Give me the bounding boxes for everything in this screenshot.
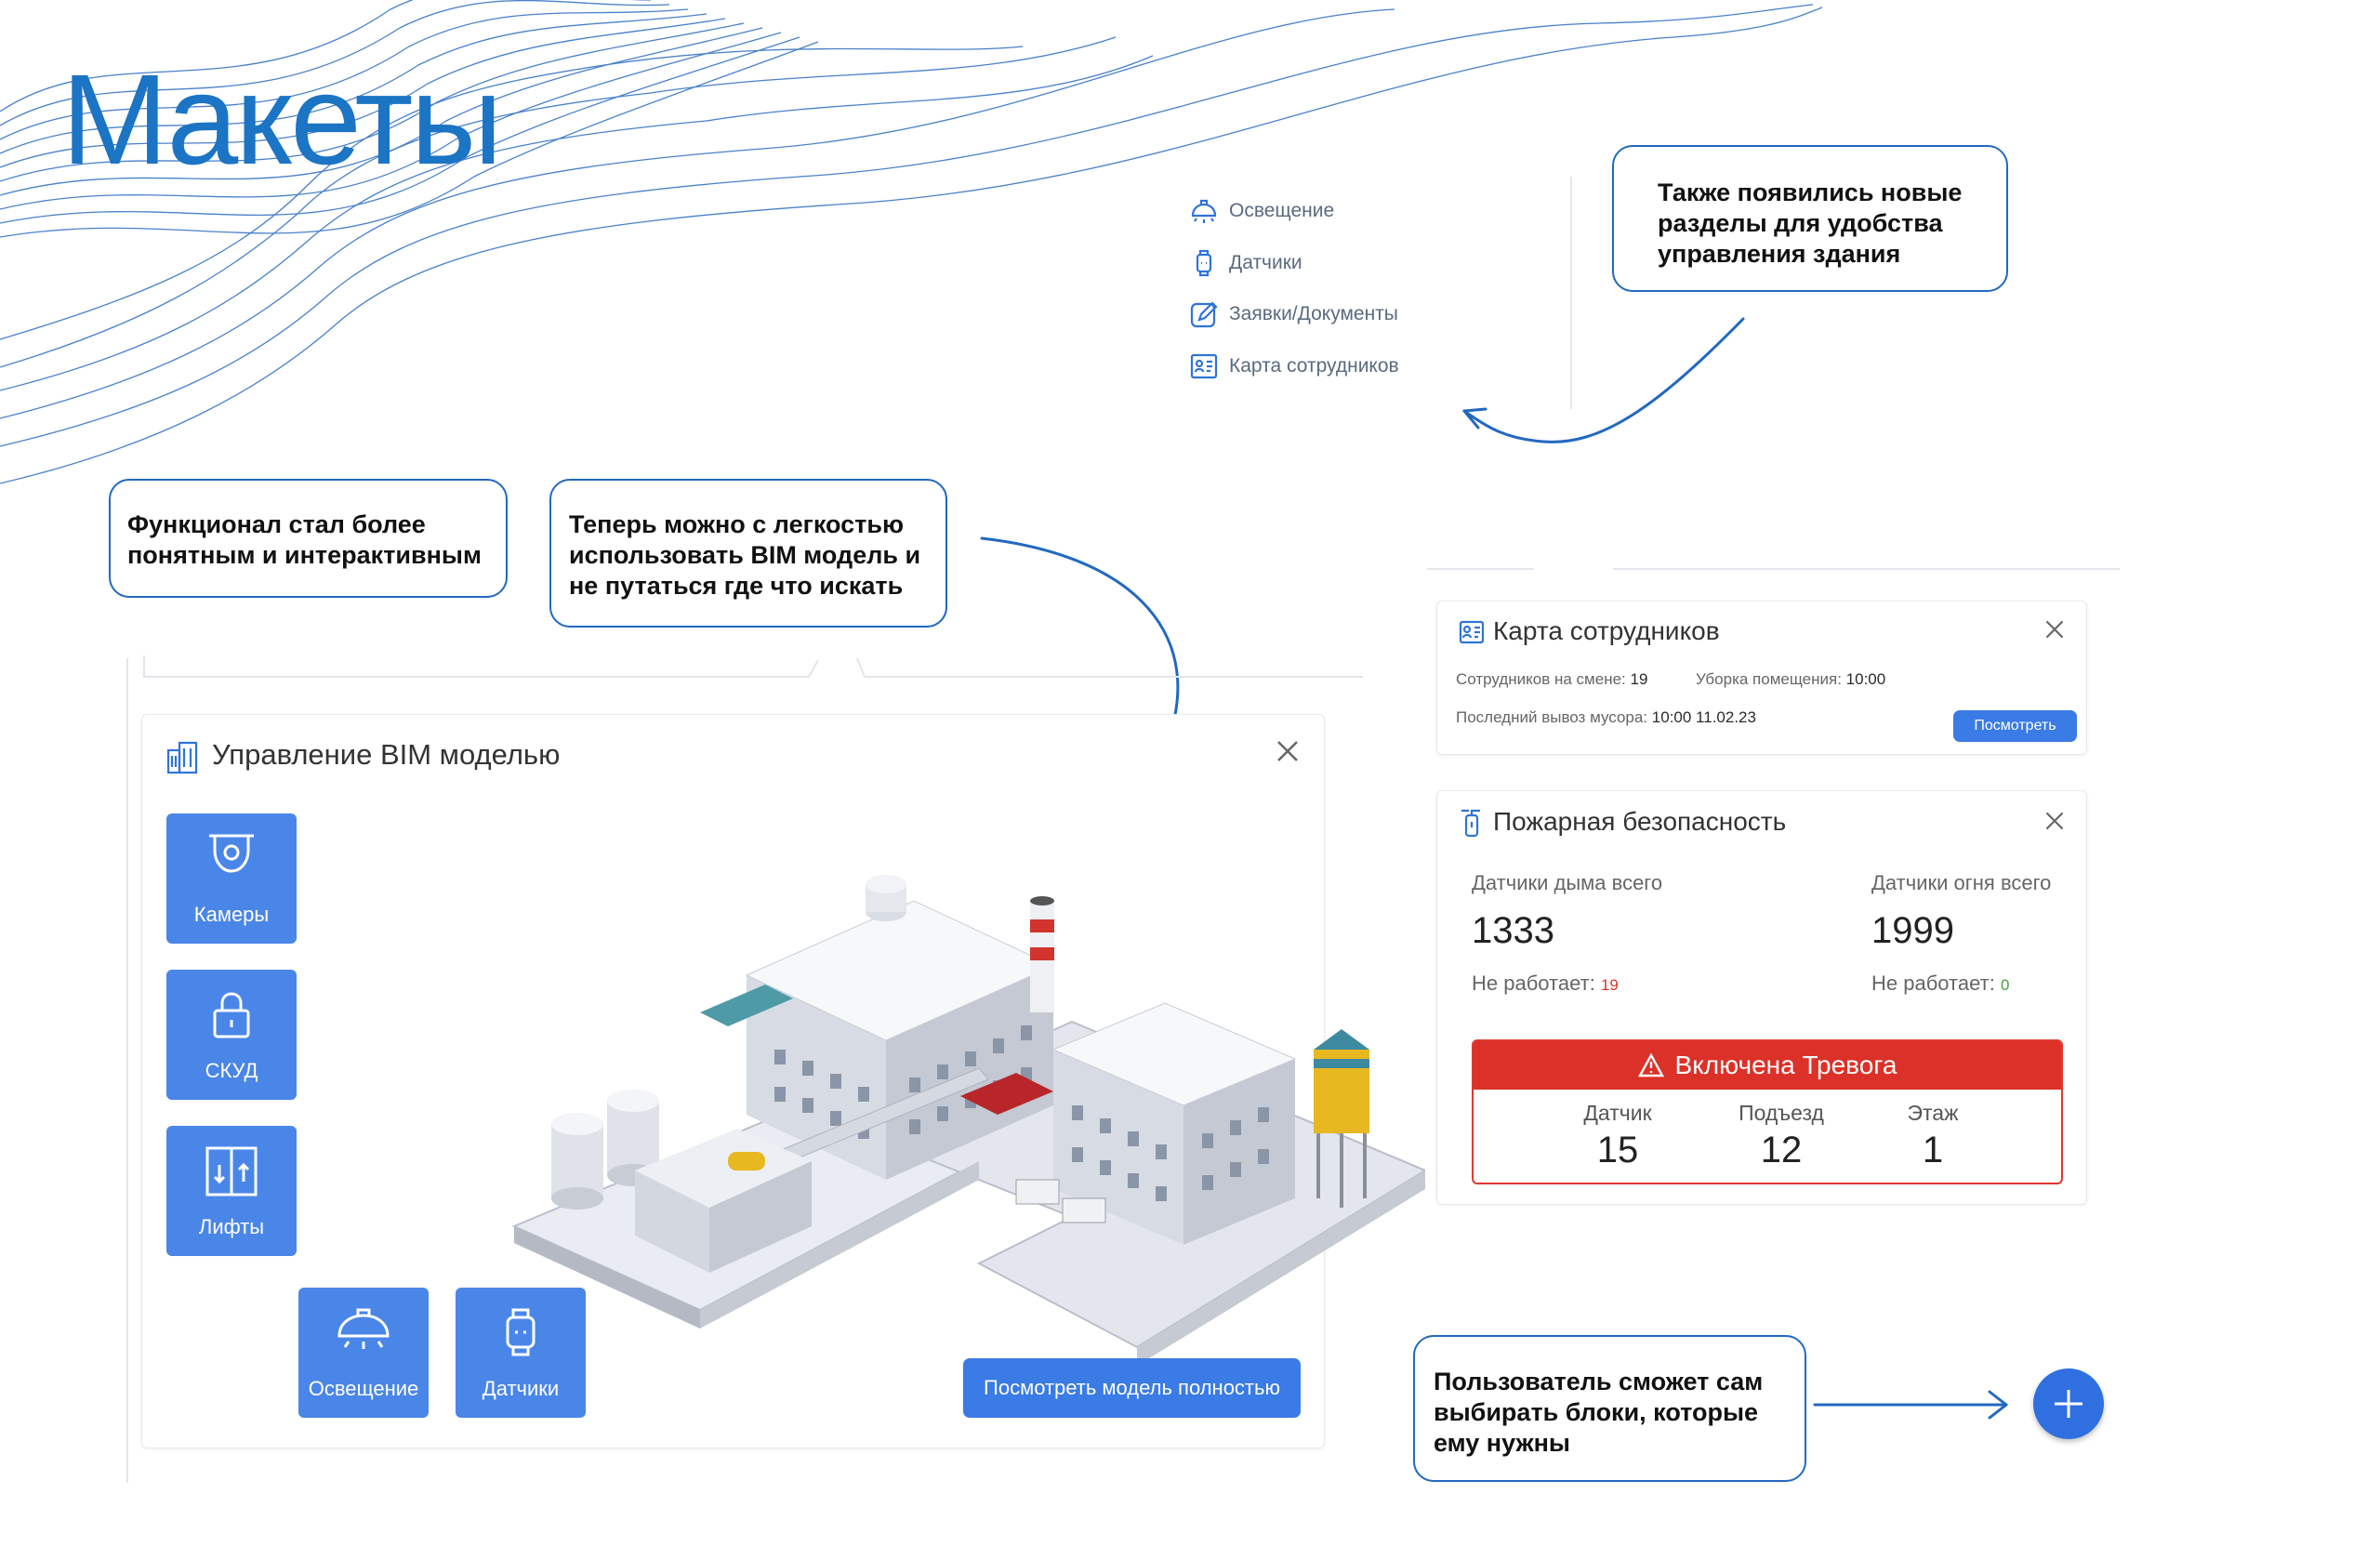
add-block-button[interactable] [2033,1368,2104,1439]
bim-card: Управление BIM моделью Камеры СКУД Лифты… [141,714,1425,1448]
alarm-sensor-value: 15 [1596,1130,1639,1170]
alarm-banner[interactable]: Включена Тревога Датчик 15 Подъезд 12 Эт… [1472,1039,2063,1184]
lamp-icon [337,1308,390,1349]
tile-lighting[interactable]: Освещение [298,1288,429,1418]
camera-icon [209,834,254,873]
on-shift-row: Сотрудников на смене: 19 [1456,670,1647,689]
alarm-title: Включена Тревога [1674,1051,1897,1079]
alarm-entrance-value: 12 [1760,1130,1803,1170]
lock-icon [213,992,250,1038]
smoke-sensors-value: 1333 [1472,910,1554,951]
factory-illustration [511,875,1425,1366]
alarm-floor-value: 1 [1922,1130,1944,1170]
fire-sensors-label: Датчики огня всего [1871,871,2052,894]
nav-item-lighting[interactable]: Освещение [1188,195,1334,227]
callout-bim: Теперь можно с легкостью использовать BI… [549,479,947,628]
tile-elevators-label: Лифты [198,1215,265,1238]
fire-safety-title: Пожарная безопасность [1493,807,1787,836]
cleaning-row: Уборка помещения: 10:00 [1696,670,1885,689]
lamp-icon [1188,195,1220,227]
cleaning-value: 10:00 [1845,670,1886,688]
callout-functionality-text: Функционал стал более понятным и интерак… [127,510,482,569]
tile-lighting-label: Освещение [308,1377,419,1400]
staff-map-icon [1188,350,1220,382]
smoke-broken-label: Не работает: [1472,972,1595,995]
smoke-sensors-label: Датчики дыма всего [1472,871,1663,894]
nav-item-staff-map[interactable]: Карта сотрудников [1188,350,1399,382]
cleaning-label: Уборка помещения: [1696,670,1842,688]
tile-access-control[interactable]: СКУД [166,970,297,1100]
extinguisher-icon [1458,806,1486,842]
callout-functionality: Функционал стал более понятным и интерак… [109,479,508,598]
elevator-icon [205,1146,258,1197]
staff-map-card: Карта сотрудников Сотрудников на смене: … [1436,601,2087,755]
staff-map-title: Карта сотрудников [1493,616,1720,645]
close-icon[interactable] [1275,738,1301,764]
building-icon [165,739,202,781]
alarm-entrance: Подъезд 12 [1716,1101,1846,1171]
tile-access-control-label: СКУД [205,1059,258,1082]
callout-bim-text: Теперь можно с легкостью использовать BI… [569,510,921,600]
bim-card-title: Управление BIM моделью [212,738,561,771]
callout-blocks: Пользователь сможет сам выбирать блоки, … [1413,1335,1806,1482]
nav-item-requests-label: Заявки/Документы [1229,303,1398,324]
close-icon[interactable] [2043,810,2066,832]
callout-new-sections-text: Также появились новые разделы для удобст… [1658,178,1963,268]
smoke-broken-row: Не работает: 19 [1472,972,1619,996]
fire-sensors-value: 1999 [1871,910,1954,951]
on-shift-label: Сотрудников на смене: [1456,670,1626,688]
plus-icon [2055,1390,2082,1418]
view-full-model-button[interactable]: Посмотреть модель полностью [963,1358,1301,1418]
nav-item-sensors[interactable]: Датчики [1188,247,1302,279]
view-staff-button[interactable]: Посмотреть [1953,710,2077,742]
sensor-icon [1188,247,1220,279]
warning-icon [1637,1053,1664,1078]
close-icon[interactable] [2043,618,2066,641]
tile-sensors-label: Датчики [482,1377,560,1400]
fire-broken-row: Не работает: 0 [1871,972,2009,996]
sensor-icon [506,1308,536,1356]
alarm-header: Включена Тревога [1474,1041,2061,1090]
tile-sensors[interactable]: Датчики [456,1288,586,1418]
alarm-floor: Этаж 1 [1868,1101,1998,1171]
nav-item-staff-map-label: Карта сотрудников [1229,355,1399,377]
tile-cameras[interactable]: Камеры [166,813,297,944]
tile-cameras-label: Камеры [193,903,270,926]
garbage-label: Последний вывоз мусора: [1456,708,1648,726]
alarm-sensor: Датчик 15 [1553,1101,1683,1171]
edit-icon [1188,298,1220,330]
alarm-floor-label: Этаж [1907,1101,1959,1125]
smoke-broken-value: 19 [1600,976,1619,994]
fire-broken-label: Не работает: [1871,972,1995,995]
tile-elevators[interactable]: Лифты [166,1126,297,1256]
on-shift-value: 19 [1630,670,1648,688]
page-title: Макеты [61,48,503,192]
fire-broken-value: 0 [2000,976,2010,994]
nav-item-sensors-label: Датчики [1229,252,1302,273]
garbage-value: 10:00 11.02.23 [1651,708,1756,726]
callout-blocks-text: Пользователь сможет сам выбирать блоки, … [1434,1368,1764,1457]
nav-item-requests[interactable]: Заявки/Документы [1188,298,1398,330]
callout-new-sections: Также появились новые разделы для удобст… [1612,145,2008,292]
staff-map-icon [1458,618,1486,651]
nav-item-lighting-label: Освещение [1229,200,1335,221]
garbage-row: Последний вывоз мусора: 10:00 11.02.23 [1456,708,1756,727]
alarm-entrance-label: Подъезд [1739,1101,1824,1125]
alarm-sensor-label: Датчик [1583,1101,1652,1125]
